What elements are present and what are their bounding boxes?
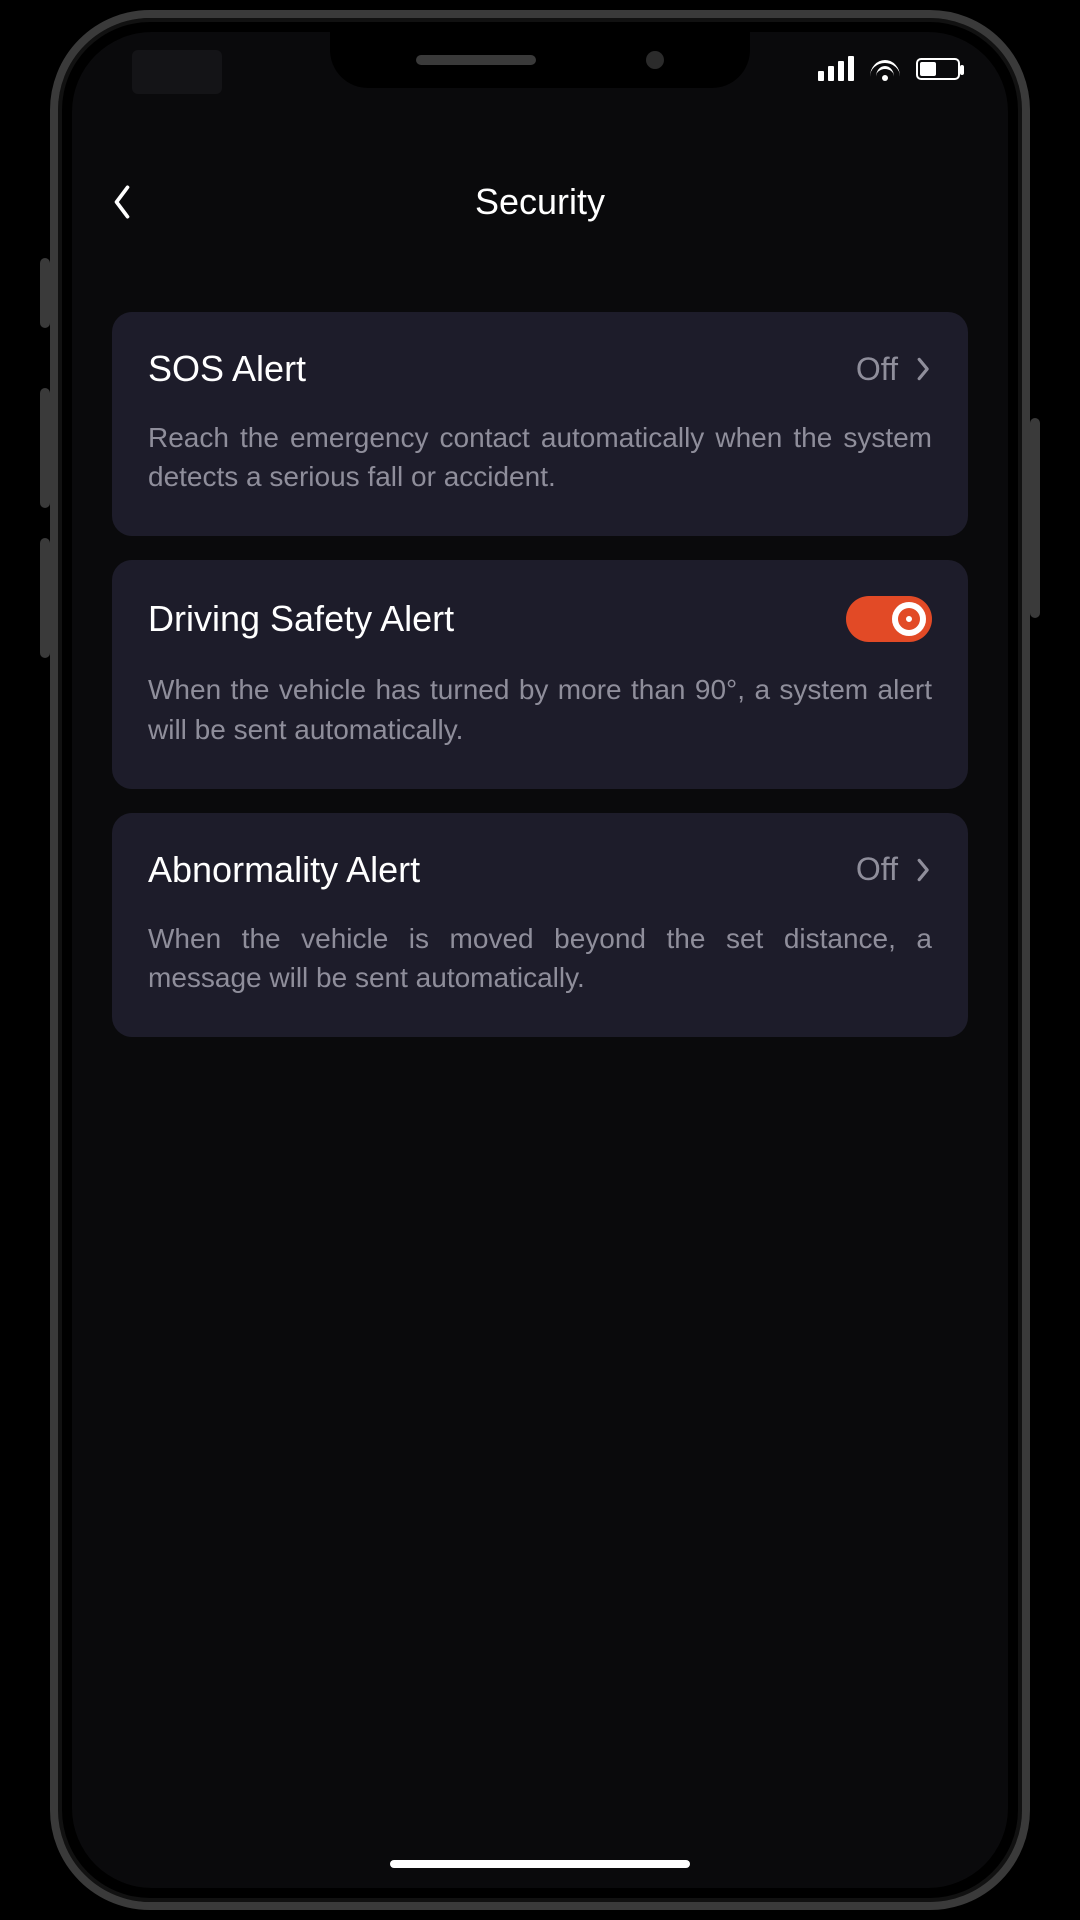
sos-alert-value: Off xyxy=(856,351,898,388)
battery-icon xyxy=(916,58,960,80)
driving-safety-label: Driving Safety Alert xyxy=(148,598,454,640)
chevron-right-icon xyxy=(916,856,932,884)
page-title: Security xyxy=(475,181,605,223)
driving-safety-description: When the vehicle has turned by more than… xyxy=(148,670,932,748)
card-abnormality-alert[interactable]: Abnormality Alert Off When the vehicle i… xyxy=(112,813,968,1037)
screen: Security SOS Alert Off Reach the emergen… xyxy=(72,32,1008,1888)
cellular-signal-icon xyxy=(818,56,854,81)
sos-alert-label: SOS Alert xyxy=(148,348,306,390)
speaker-grille xyxy=(416,55,536,65)
side-button xyxy=(40,258,50,328)
wifi-icon xyxy=(870,57,900,81)
card-driving-safety-alert: Driving Safety Alert When the vehicle ha… xyxy=(112,560,968,788)
notch xyxy=(330,32,750,88)
home-indicator[interactable] xyxy=(390,1860,690,1868)
phone-frame: Security SOS Alert Off Reach the emergen… xyxy=(50,10,1030,1910)
back-button[interactable] xyxy=(100,180,144,224)
side-button xyxy=(1030,418,1040,618)
status-bar-right xyxy=(818,56,960,81)
abnormality-alert-value: Off xyxy=(856,851,898,888)
page-header: Security xyxy=(72,162,1008,242)
driving-safety-toggle[interactable] xyxy=(846,596,932,642)
chevron-left-icon xyxy=(111,183,133,221)
side-button xyxy=(40,538,50,658)
abnormality-alert-description: When the vehicle is moved beyond the set… xyxy=(148,919,932,997)
card-sos-alert[interactable]: SOS Alert Off Reach the emergency contac… xyxy=(112,312,968,536)
settings-list: SOS Alert Off Reach the emergency contac… xyxy=(112,312,968,1037)
abnormality-alert-value-nav[interactable]: Off xyxy=(856,851,932,888)
sos-alert-value-nav[interactable]: Off xyxy=(856,351,932,388)
toggle-knob xyxy=(892,602,926,636)
side-button xyxy=(40,388,50,508)
abnormality-alert-label: Abnormality Alert xyxy=(148,849,420,891)
sos-alert-description: Reach the emergency contact automaticall… xyxy=(148,418,932,496)
chevron-right-icon xyxy=(916,355,932,383)
status-left-block xyxy=(132,50,222,94)
front-camera xyxy=(646,51,664,69)
